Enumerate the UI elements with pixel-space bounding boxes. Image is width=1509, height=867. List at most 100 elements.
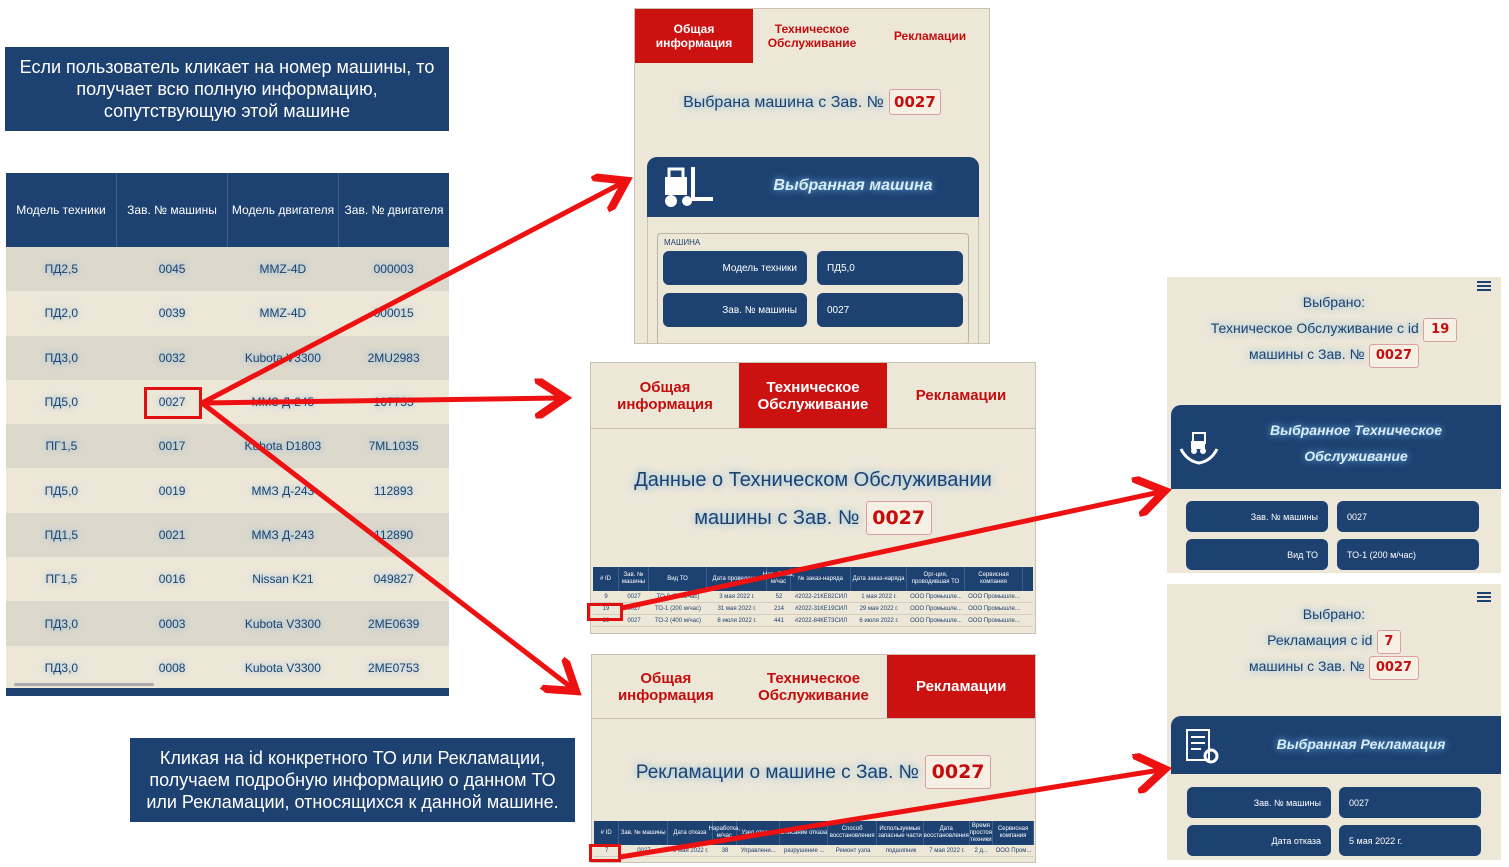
hands-forklift-icon <box>1179 432 1219 465</box>
claims-col-header[interactable]: # ID <box>594 821 620 845</box>
claims-col-header[interactable]: Способ восстановления <box>828 821 878 845</box>
maintenance-col-header[interactable]: Дата проведения <box>707 567 767 591</box>
maintenance-cell: #2022-21КЕ82СИЛ <box>794 593 848 600</box>
cell-serial[interactable]: 0019 <box>117 468 228 512</box>
maintenance-cell: ООО Промышле... <box>910 605 962 612</box>
detail-claim-line2-text: машины с Зав. № <box>1249 658 1365 674</box>
maintenance-col-header[interactable]: Орг-ция, проводившая ТО <box>907 567 965 591</box>
maintenance-cell: #2022-31КЕ19СИЛ <box>794 605 848 612</box>
claims-col-header[interactable]: Наработка, м/час <box>709 821 740 845</box>
maintenance-col-header[interactable]: Вид ТО <box>649 567 707 591</box>
cell-serial[interactable]: 0016 <box>117 557 228 601</box>
maintenance-col-header[interactable]: № заказ-наряда <box>791 567 851 591</box>
horizontal-scrollbar[interactable] <box>14 683 154 686</box>
maintenance-row[interactable]: 29 0027 ТО-2 (400 м/час) 8 июля 2022 г. 441 #… <box>593 615 1033 627</box>
table-row: ПД5,0 0027 ММЗ Д-245 167755 <box>6 379 449 425</box>
claims-cell: подшипник <box>885 847 917 854</box>
dm-field1-value: 0027 <box>1337 501 1479 532</box>
tab-claims-2[interactable]: Рекламации <box>887 363 1035 428</box>
cell-serial[interactable]: 0021 <box>117 513 228 557</box>
claims-cell: разрушение ... <box>784 847 825 854</box>
tab-claims[interactable]: Рекламации <box>871 9 989 63</box>
tab-maintenance-label: Техническое Обслуживание <box>767 22 857 50</box>
claims-row[interactable]: 7 0027 5 мая 2022 г. 38 Управлени... разрушен… <box>594 845 1034 857</box>
cell-model: ПГ1,5 <box>45 439 78 454</box>
document-gear-icon <box>1186 729 1219 764</box>
panel-claims: Общая информация Техническое Обслуживани… <box>591 654 1036 863</box>
cell-serial[interactable]: 0045 <box>117 247 228 291</box>
maintenance-cell: ТО-0 (50 м/час) <box>656 593 700 600</box>
cell-model: ПД2,0 <box>44 306 79 321</box>
cell-serial[interactable]: 0003 <box>117 601 228 645</box>
detail-maintenance-selected: Выбрано: <box>1302 294 1366 310</box>
table-footer <box>6 688 449 696</box>
maintenance-row[interactable]: 19 0027 ТО-1 (200 м/час) 31 мая 2022 г. 214 #… <box>593 603 1033 615</box>
cell-engine-serial: 112890 <box>374 527 414 542</box>
maintenance-cell: 31 мая 2022 г. <box>717 605 757 612</box>
col-header-engine-model[interactable]: Модель двигателя <box>228 173 339 247</box>
detail-maintenance-number: 0027 <box>1368 344 1419 368</box>
cell-model: ПД3,0 <box>44 350 79 365</box>
tab-general-2[interactable]: Общая информация <box>591 363 739 428</box>
claims-cell: 2 д... <box>974 847 988 854</box>
maintenance-cell: 214 <box>773 605 784 612</box>
tab-maintenance-2[interactable]: Техническое Обслуживание <box>739 363 887 428</box>
claims-col-header[interactable]: Дата отказа <box>668 821 713 845</box>
detail-claim-line1: Рекламация с id 7 <box>1167 630 1501 654</box>
tab-maintenance[interactable]: Техническое Обслуживание <box>753 9 871 63</box>
maintenance-col-header[interactable]: Сервисная компания <box>965 567 1023 591</box>
claims-col-header[interactable]: Зав. № машины <box>619 821 669 845</box>
col-header-serial[interactable]: Зав. № машины <box>117 173 228 247</box>
field-model-label-text: Модель техники <box>722 262 797 274</box>
col-header-engine-serial[interactable]: Зав. № двигателя <box>339 173 449 247</box>
cell-engine-serial: 2ME0753 <box>367 660 420 675</box>
claims-col-header[interactable]: Описание отказа <box>780 821 829 845</box>
cell-serial[interactable]: 0039 <box>117 291 228 335</box>
hamburger-menu-icon-2[interactable] <box>1477 592 1491 602</box>
forklift-icon <box>665 167 713 207</box>
claims-col-header[interactable]: Сервисная компания <box>993 821 1034 845</box>
dc-field2-label-text: Дата отказа <box>1271 835 1321 846</box>
tab-maintenance-3[interactable]: Техническое Обслуживание <box>740 655 888 718</box>
maintenance-col-header[interactable]: # ID <box>593 567 619 591</box>
claims-cell: 38 <box>721 847 729 854</box>
cell-engine-serial: 000015 <box>373 306 414 321</box>
claims-cell: ООО Пром... <box>995 847 1032 854</box>
machines-table-body: ПД2,5 0045 MMZ-4D 000003 ПД2,0 0039 MMZ-4D 0000… <box>6 247 449 690</box>
maintenance-col-header[interactable]: Дата заказ-наряда <box>851 567 907 591</box>
cell-serial[interactable]: 0032 <box>117 336 228 380</box>
selected-machine-heading: Выбрана машина с Зав. № 0027 <box>635 89 989 115</box>
detail-maintenance-id: 19 <box>1423 318 1458 342</box>
maintenance-col-header[interactable]: Зав. № машины <box>619 567 649 591</box>
tab-general-3[interactable]: Общая информация <box>592 655 740 718</box>
claims-col-header[interactable]: Дата восстановления <box>924 821 970 845</box>
dm-field1-label-text: Зав. № машины <box>1250 511 1318 522</box>
maintenance-cell: 6 июля 2022 г. <box>859 617 899 624</box>
maintenance-id-cell[interactable]: 9 <box>593 591 619 602</box>
tab-claims-3[interactable]: Рекламации <box>887 655 1035 718</box>
dm-field2-label-text: Вид ТО <box>1287 549 1318 560</box>
claims-col-header[interactable]: Узел отказа <box>737 821 780 845</box>
cell-model: ПД5,0 <box>44 395 79 410</box>
cell-serial[interactable]: 0017 <box>117 424 228 468</box>
maintenance-col-header[interactable]: Наработка, м/час <box>763 567 794 591</box>
tab-general-3-label: Общая информация <box>617 669 714 704</box>
info-note-bottom: Кликая на id конкретного ТО или Рекламац… <box>130 738 575 822</box>
maintenance-row[interactable]: 9 0027 ТО-0 (50 м/час) 3 мая 2022 г. 52 #2022… <box>593 591 1033 603</box>
field-serial-label: Зав. № машины <box>663 293 807 327</box>
dc-field1-label-text: Зав. № машины <box>1253 797 1321 808</box>
cell-model: ПД2,5 <box>44 262 79 277</box>
detail-maintenance: Выбрано: Техническое Обслуживание с id 1… <box>1167 277 1501 573</box>
table-row: ПД1,5 0021 ММЗ Д-243 112890 <box>6 512 449 558</box>
col-header-model[interactable]: Модель техники <box>6 173 117 247</box>
claims-col-header[interactable]: Время простоя техники <box>970 821 994 845</box>
hamburger-menu-icon[interactable] <box>1477 281 1491 291</box>
maintenance-cell: 441 <box>773 617 784 624</box>
field-model-value: ПД5,0 <box>817 251 963 285</box>
claims-col-header[interactable]: Используемые запасные части <box>877 821 924 845</box>
maintenance-cell: ТО-1 (200 м/час) <box>655 605 701 612</box>
tab-general[interactable]: Общая информация <box>635 9 753 63</box>
cell-model: ПГ1,5 <box>45 572 78 587</box>
field-serial-value: 0027 <box>817 293 963 327</box>
selected-claim-card-title: Выбранная Рекламация <box>1276 736 1446 752</box>
